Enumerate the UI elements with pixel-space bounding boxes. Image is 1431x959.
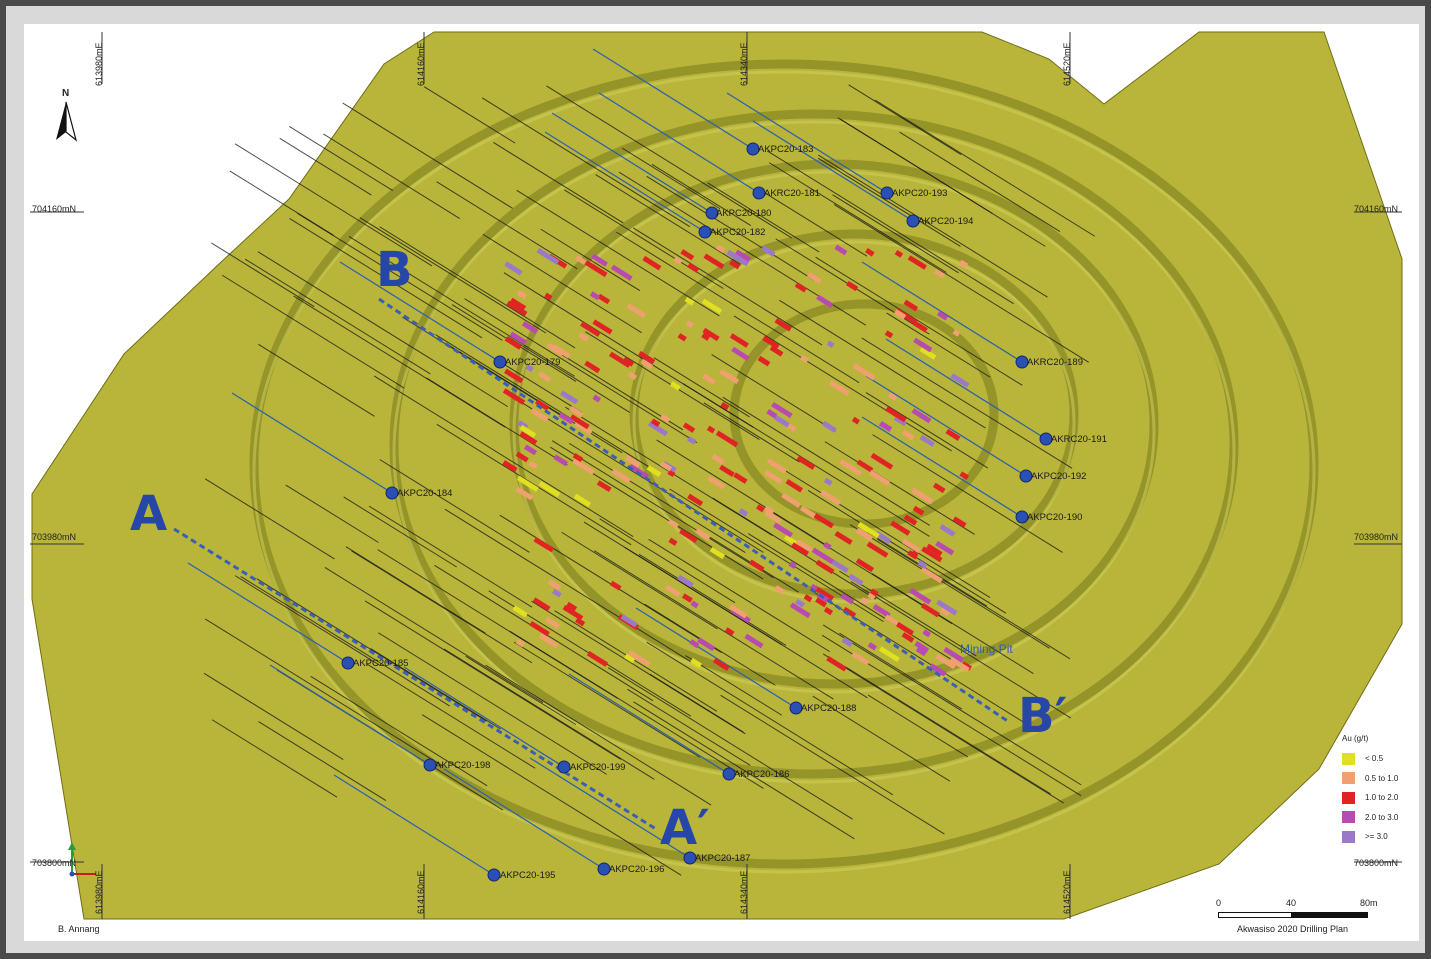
collar-label: AKPC20-193 — [892, 188, 948, 199]
collar-label: AKPC20-179 — [505, 357, 561, 368]
collar-label: AKPC20-190 — [1027, 512, 1083, 523]
collar-label: AKPC20-187 — [695, 853, 751, 864]
collar-label: AKPC20-196 — [609, 864, 665, 875]
pit-label: Mining Pit — [960, 642, 1013, 656]
legend-swatch — [1342, 772, 1355, 785]
map-canvas — [30, 31, 1403, 920]
scale-segment-black — [1292, 912, 1368, 918]
collar-label: AKRC20-191 — [1051, 434, 1107, 445]
collar-marker — [487, 868, 501, 882]
collar-label: AKPC20-195 — [500, 870, 556, 881]
easting-label-bottom-2: 614160mE — [416, 870, 426, 914]
legend-label: 1.0 to 2.0 — [1365, 793, 1399, 803]
collar-label: AKPC20-183 — [758, 144, 814, 155]
collar-label: AKPC20-185 — [353, 658, 409, 669]
collar-label: AKPC20-182 — [710, 227, 766, 238]
scale-tick-label: 0 — [1216, 898, 1222, 908]
north-label: N — [62, 88, 70, 99]
terrain-surface — [31, 31, 1403, 920]
northing-label-right-1: 704160mN — [1354, 204, 1399, 214]
scale-tick-label: 40 — [1286, 898, 1297, 908]
section-b-start-label: B — [376, 242, 413, 298]
easting-label-top-4: 614520mE — [1062, 42, 1072, 86]
easting-label-bottom-3: 614340mE — [739, 870, 749, 914]
collar-label: AKPC20-184 — [397, 488, 453, 499]
collar-label: AKPC20-188 — [801, 703, 857, 714]
map-frame: N 613980mE 614160mE 614340mE 614520mE 61… — [6, 6, 1425, 953]
section-b-end-label: B′ — [1018, 688, 1068, 744]
collar-marker — [557, 760, 571, 774]
collar-label: AKPC20-194 — [918, 216, 974, 227]
legend-swatch — [1342, 791, 1355, 804]
north-arrow — [56, 101, 78, 142]
legend-label: < 0.5 — [1365, 754, 1384, 764]
collar-label: AKPC20-180 — [716, 208, 772, 219]
collar-label: AKPC20-186 — [734, 769, 790, 780]
easting-label-top-2: 614160mE — [416, 42, 426, 86]
legend-swatch — [1342, 811, 1355, 824]
easting-label-top-1: 613980mE — [94, 42, 104, 86]
legend-swatch — [1342, 830, 1355, 843]
section-a-start-label: A — [130, 486, 168, 542]
legend-item: >= 3.0 — [1342, 827, 1422, 847]
northing-label-left-1: 704160mN — [32, 204, 77, 214]
scale-tick-label: 80m — [1360, 898, 1378, 908]
northing-label-right-2: 703980mN — [1354, 532, 1399, 542]
scale-segment-white — [1218, 912, 1292, 918]
northing-label-right-3: 703800mN — [1354, 858, 1399, 868]
northing-label-left-2: 703980mN — [32, 532, 77, 542]
easting-label-bottom-1: 613980mE — [94, 870, 104, 914]
legend-label: 2.0 to 3.0 — [1365, 812, 1399, 822]
easting-label-bottom-4: 614520mE — [1062, 870, 1072, 914]
map-sheet: N 613980mE 614160mE 614340mE 614520mE 61… — [24, 24, 1419, 941]
collar-label: AKPC20-199 — [570, 762, 626, 773]
legend-item: < 0.5 — [1342, 749, 1422, 769]
collar-label: AKPC20-198 — [435, 760, 491, 771]
legend-item: 2.0 to 3.0 — [1342, 808, 1422, 828]
section-a-end-label: A′ — [660, 800, 710, 856]
legend-item: 0.5 to 1.0 — [1342, 769, 1422, 789]
legend-label: >= 3.0 — [1365, 832, 1388, 842]
collar-label: AKPC20-192 — [1031, 471, 1087, 482]
collar-label: AKRC20-189 — [1027, 357, 1083, 368]
legend-title: Au (g/t) — [1342, 734, 1369, 743]
legend-swatch — [1342, 752, 1355, 765]
easting-label-top-3: 614340mE — [739, 42, 749, 86]
legend: Au (g/t) < 0.5 0.5 to 1.0 1.0 to 2.0 2.0… — [1342, 734, 1422, 847]
legend-label: 0.5 to 1.0 — [1365, 773, 1399, 783]
author-label: B. Annang — [58, 924, 100, 934]
northing-label-left-3: 703800mN — [32, 858, 77, 868]
collar-label: AKRC20-181 — [764, 188, 820, 199]
map-title: Akwasiso 2020 Drilling Plan — [1237, 924, 1349, 934]
legend-item: 1.0 to 2.0 — [1342, 788, 1422, 808]
